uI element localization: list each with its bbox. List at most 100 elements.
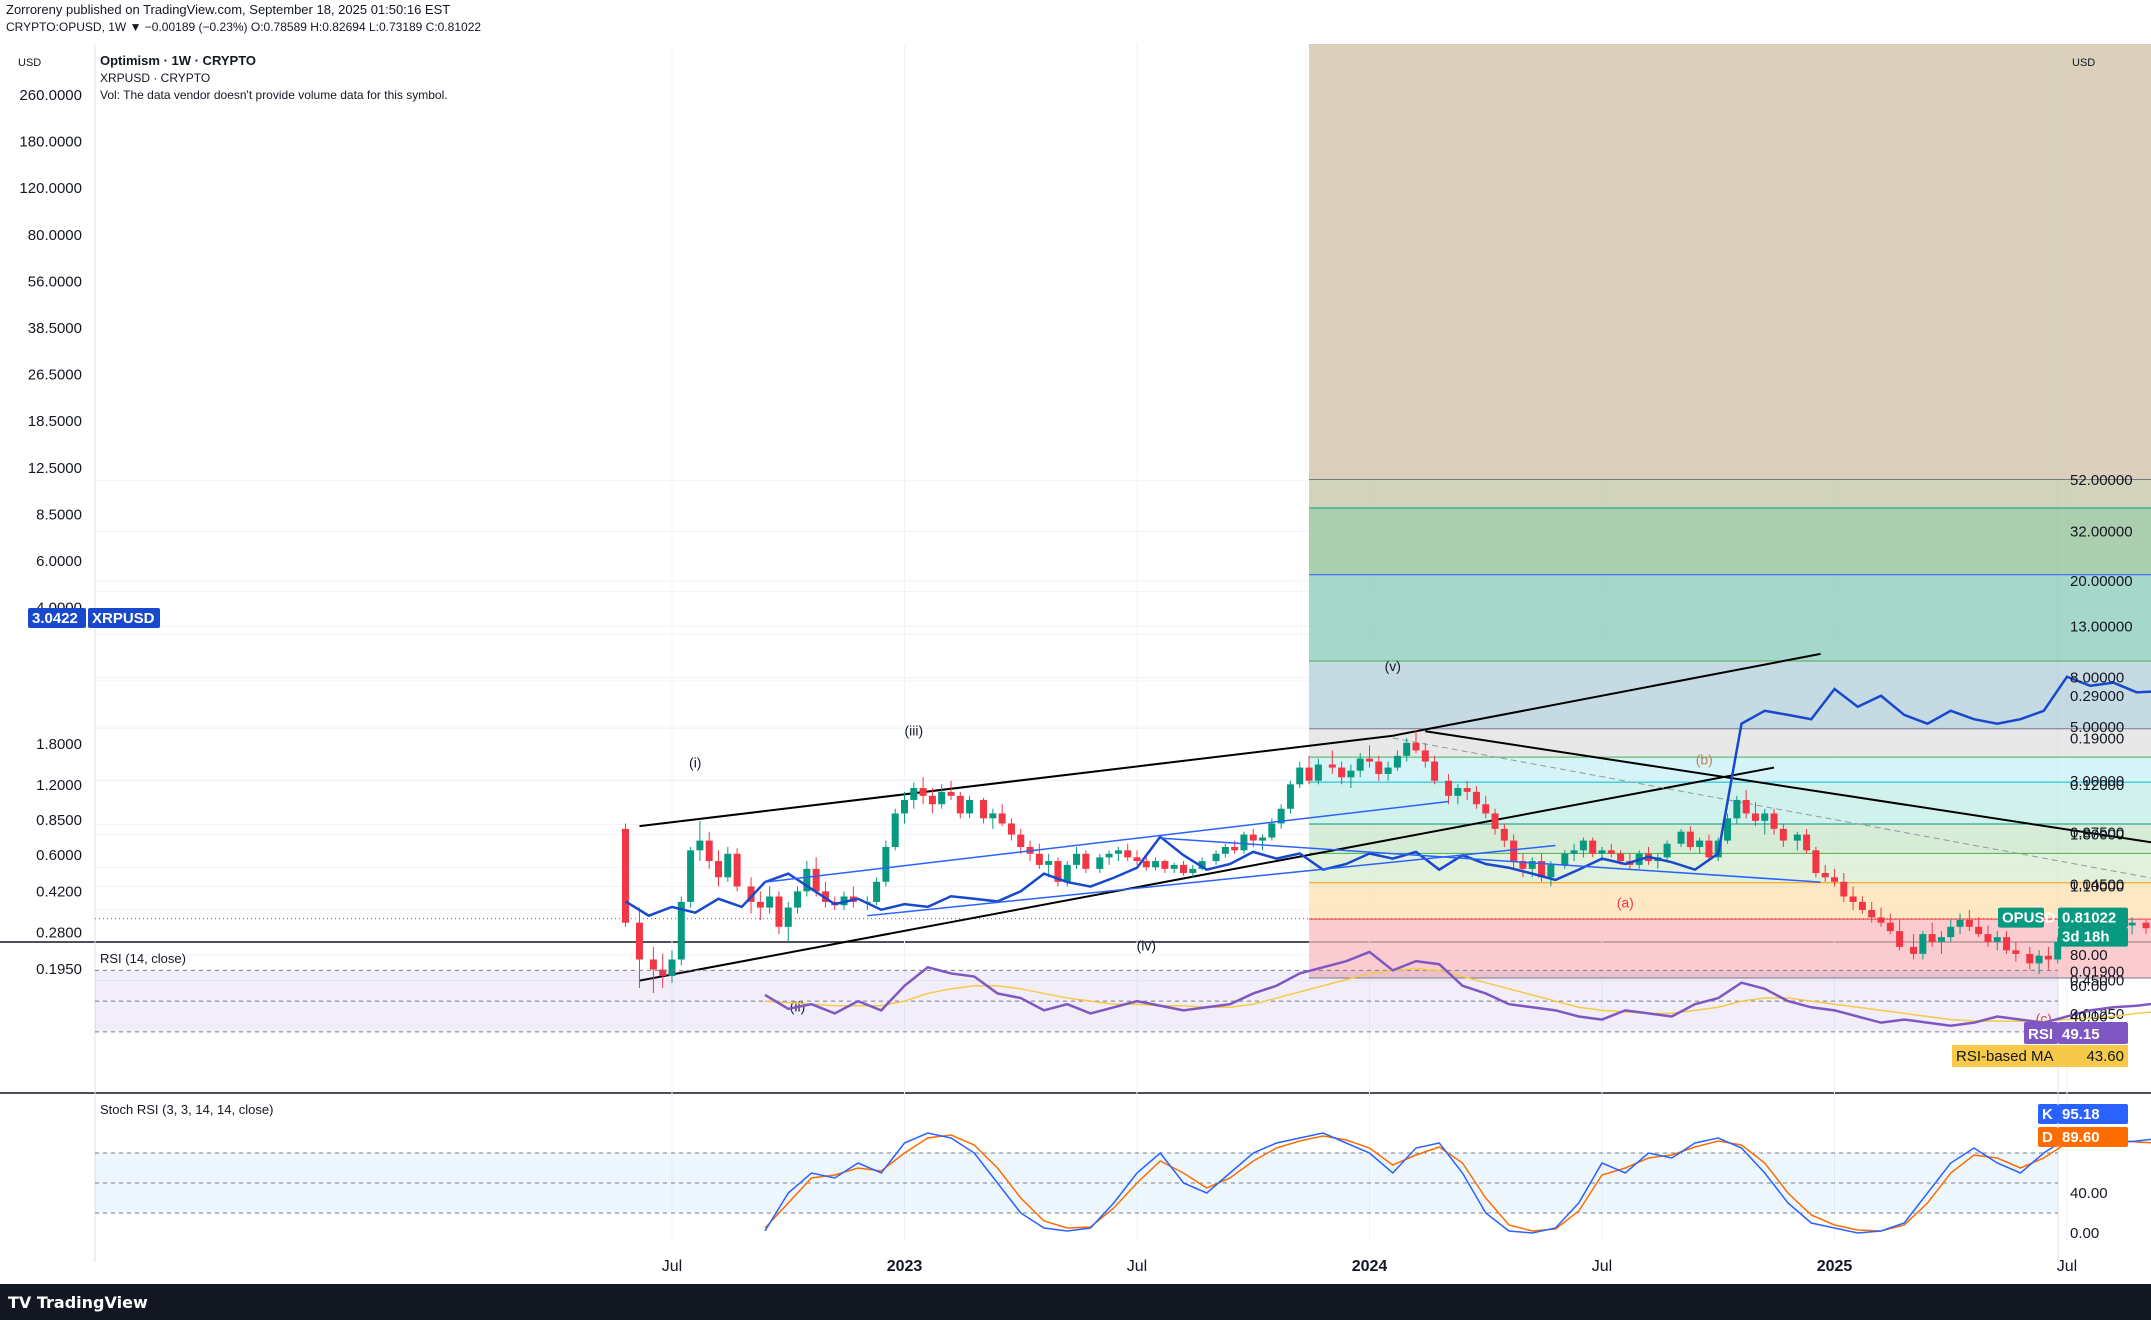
rsi-band [95, 970, 2058, 1032]
candle-body [1696, 840, 1704, 847]
candle-body [1579, 840, 1587, 851]
left-tick-label: 26.5000 [28, 367, 82, 384]
candle [687, 846, 695, 908]
rsi-ma-label: RSI-based MA [1956, 1048, 2054, 1065]
candle-body [1975, 926, 1983, 935]
candle-body [1063, 864, 1071, 882]
candle-body [1189, 868, 1197, 873]
left-tick-label: 180.0000 [19, 134, 82, 151]
candle-body [1454, 788, 1462, 796]
candle-body [733, 853, 741, 887]
candle-body [705, 840, 713, 862]
x-tick-label: Jul [662, 1258, 682, 1275]
candle-body [1510, 840, 1518, 862]
candle-body [775, 896, 783, 927]
candle-body [1956, 920, 1964, 927]
candle-body [1803, 834, 1811, 851]
wave-label: (v) [1385, 658, 1401, 674]
candle-body [1403, 742, 1411, 756]
tradingview-logo[interactable]: 𝗧𝗩 TradingView [8, 1293, 148, 1312]
candle-body [1296, 767, 1304, 785]
xrp-left-tick-label: 0.8500 [36, 812, 82, 829]
stoch-k-label-tag: K [2042, 1106, 2053, 1123]
candle-body [1212, 853, 1220, 862]
candle-body [1965, 920, 1973, 927]
left-axis-unit: USD [18, 57, 41, 69]
candle-body [1170, 864, 1178, 869]
candle-body [1561, 853, 1569, 865]
candle-body [724, 853, 732, 878]
candle-body [1221, 846, 1229, 854]
x-tick-label: 2025 [1817, 1258, 1853, 1275]
right-tick-label: 20.00000 [2070, 573, 2133, 590]
candle-body [794, 891, 802, 908]
candle-body [1463, 788, 1471, 792]
wave-label: (iv) [1137, 937, 1156, 953]
candle-body [2128, 922, 2136, 926]
candle-body [1114, 850, 1122, 854]
wave-label: (b) [1696, 752, 1713, 768]
stoch-k-value-tag: 95.18 [2062, 1106, 2100, 1123]
candle-body [1412, 742, 1420, 751]
candle-body [1547, 864, 1555, 878]
x-tick-label: 2024 [1352, 1258, 1388, 1275]
publisher-line: Zorroreny published on TradingView.com, … [6, 2, 451, 17]
candle-body [766, 896, 774, 908]
right-tick-label: 52.00000 [2070, 472, 2133, 489]
candle-body [1259, 837, 1267, 841]
candle-body [1793, 834, 1801, 841]
candle-body [1082, 853, 1090, 869]
rsi-tick-label: 60.00 [2070, 978, 2108, 995]
candle-body [882, 846, 890, 882]
tradingview-logo-icon: 𝗧𝗩 [8, 1293, 32, 1312]
candle-body [919, 788, 927, 796]
candle-body [1751, 813, 1759, 821]
rsi-tick-label: 80.00 [2070, 947, 2108, 964]
candle-body [891, 813, 899, 847]
candle-body [910, 788, 918, 800]
candle-body [1314, 764, 1322, 781]
x-tick-label: 2023 [887, 1258, 923, 1275]
candle-body [812, 868, 820, 892]
candle-body [784, 907, 792, 927]
candle-body [2026, 953, 2034, 964]
candle-body [1491, 813, 1499, 829]
candle-body [1035, 853, 1043, 865]
candle-body [928, 795, 936, 805]
fib-zone [1309, 507, 2151, 575]
candle-body [1570, 850, 1578, 854]
rsi-title: RSI (14, close) [100, 951, 186, 966]
stoch-d-label-tag: D [2042, 1129, 2053, 1146]
candle-body [1375, 761, 1383, 774]
candle-body [1393, 755, 1401, 768]
candle-body [1607, 850, 1615, 854]
x-tick-label: Jul [1127, 1258, 1147, 1275]
left-tick-label: 120.0000 [19, 180, 82, 197]
stoch-title: Stoch RSI (3, 3, 14, 14, close) [100, 1102, 273, 1117]
candle-body [1007, 823, 1015, 835]
xrp-symbol-tag: XRPUSD [92, 610, 155, 627]
rsi-value-tag: 49.15 [2062, 1026, 2100, 1043]
candle [891, 808, 899, 851]
candle-body [1677, 831, 1685, 844]
candle-body [938, 791, 946, 805]
candle-body [1993, 937, 2001, 942]
candle-body [998, 813, 1006, 824]
candle-body [1928, 934, 1936, 942]
right-tick-label: 8.00000 [2070, 669, 2124, 686]
x-tick-label: Jul [1592, 1258, 1612, 1275]
candle-body [1124, 850, 1132, 858]
xrp-right-tick-label: 0.29000 [2070, 688, 2124, 705]
op-countdown-tag: 3d 18h [2062, 929, 2110, 946]
wave-label: (i) [689, 755, 701, 771]
candle [1286, 780, 1294, 814]
candle [622, 823, 629, 927]
left-tick-label: 260.0000 [19, 87, 82, 104]
candle-body [947, 791, 955, 796]
candle-body [873, 881, 881, 902]
candle-body [1161, 861, 1169, 869]
legend-compare: XRPUSD · CRYPTO [100, 71, 210, 85]
candle-body [1142, 861, 1150, 868]
chart-canvas[interactable]: 0 (0.46149)0.236 (0.80650)0.382 (1.13918… [0, 0, 2151, 1320]
right-axis-unit: USD [2072, 57, 2095, 69]
